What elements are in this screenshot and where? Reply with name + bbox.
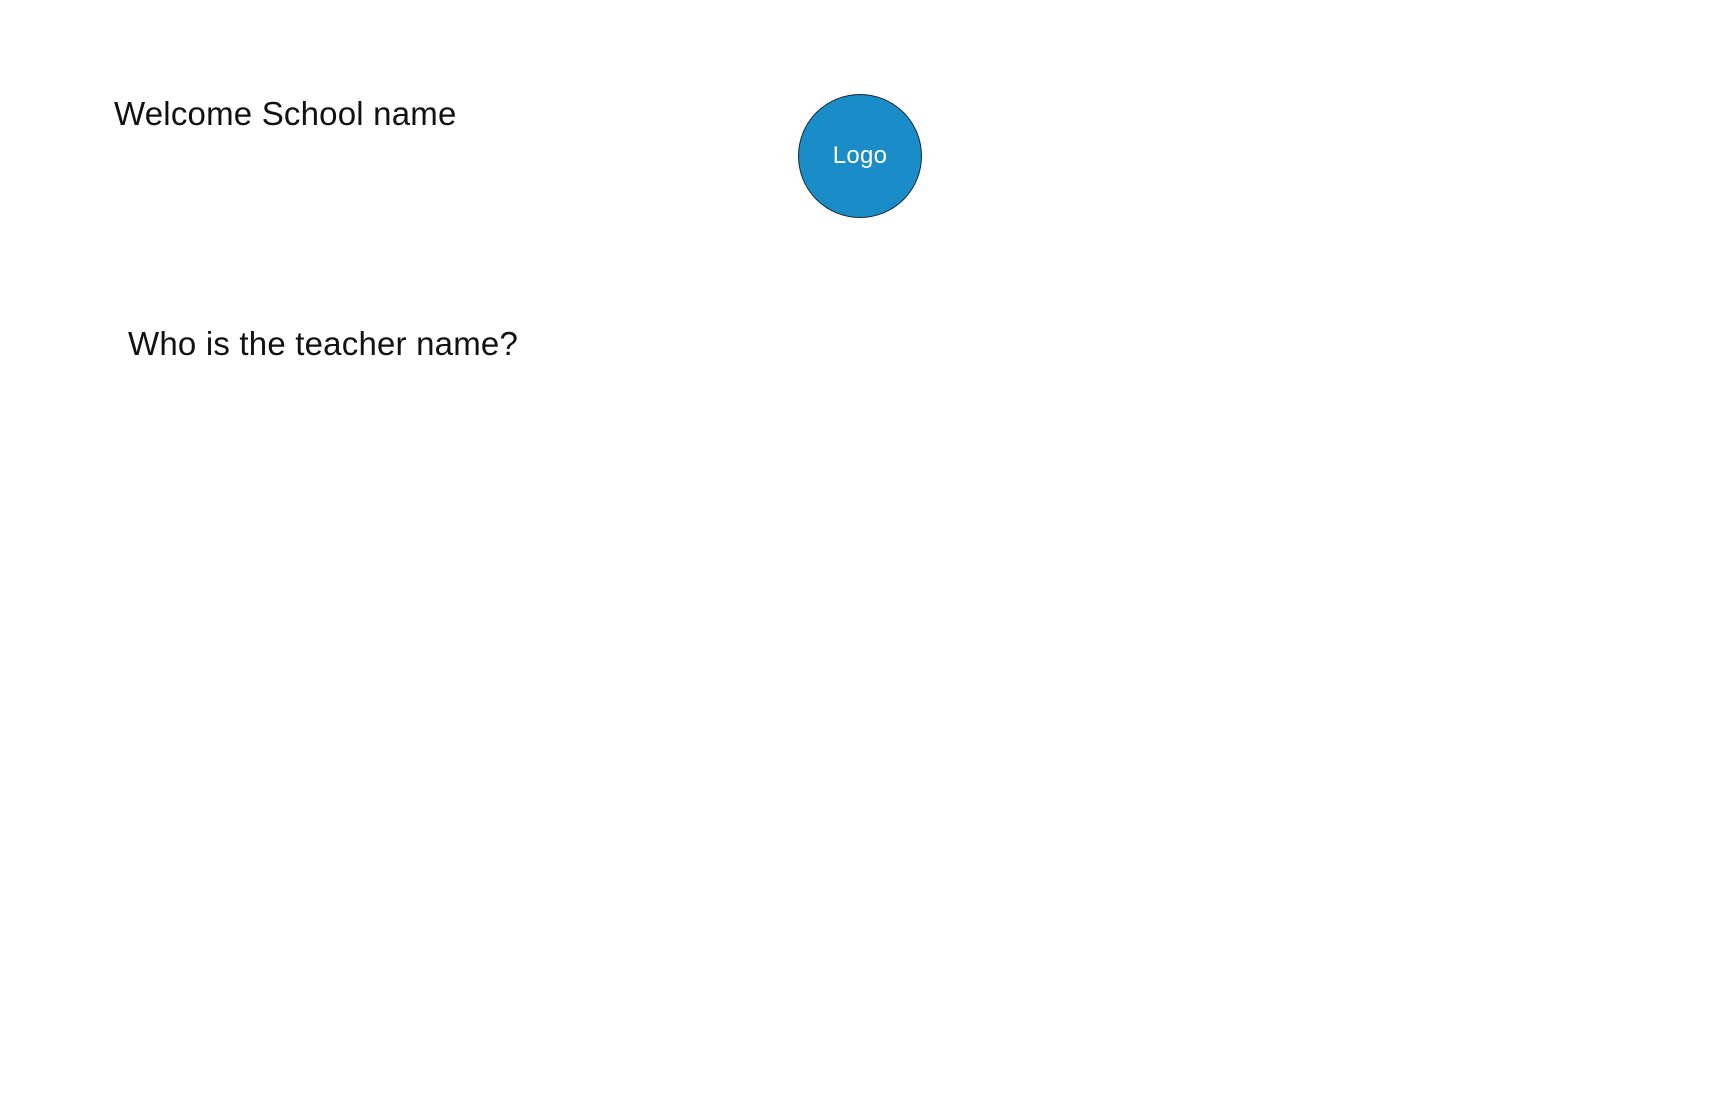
logo-label: Logo bbox=[832, 142, 888, 169]
welcome-title: Welcome School name bbox=[114, 95, 457, 132]
teacher-question: Who is the teacher name? bbox=[128, 325, 519, 362]
school-logo: Logo bbox=[798, 94, 922, 218]
page: { "header": { "welcome_text": "Welcome S… bbox=[0, 0, 1728, 1117]
